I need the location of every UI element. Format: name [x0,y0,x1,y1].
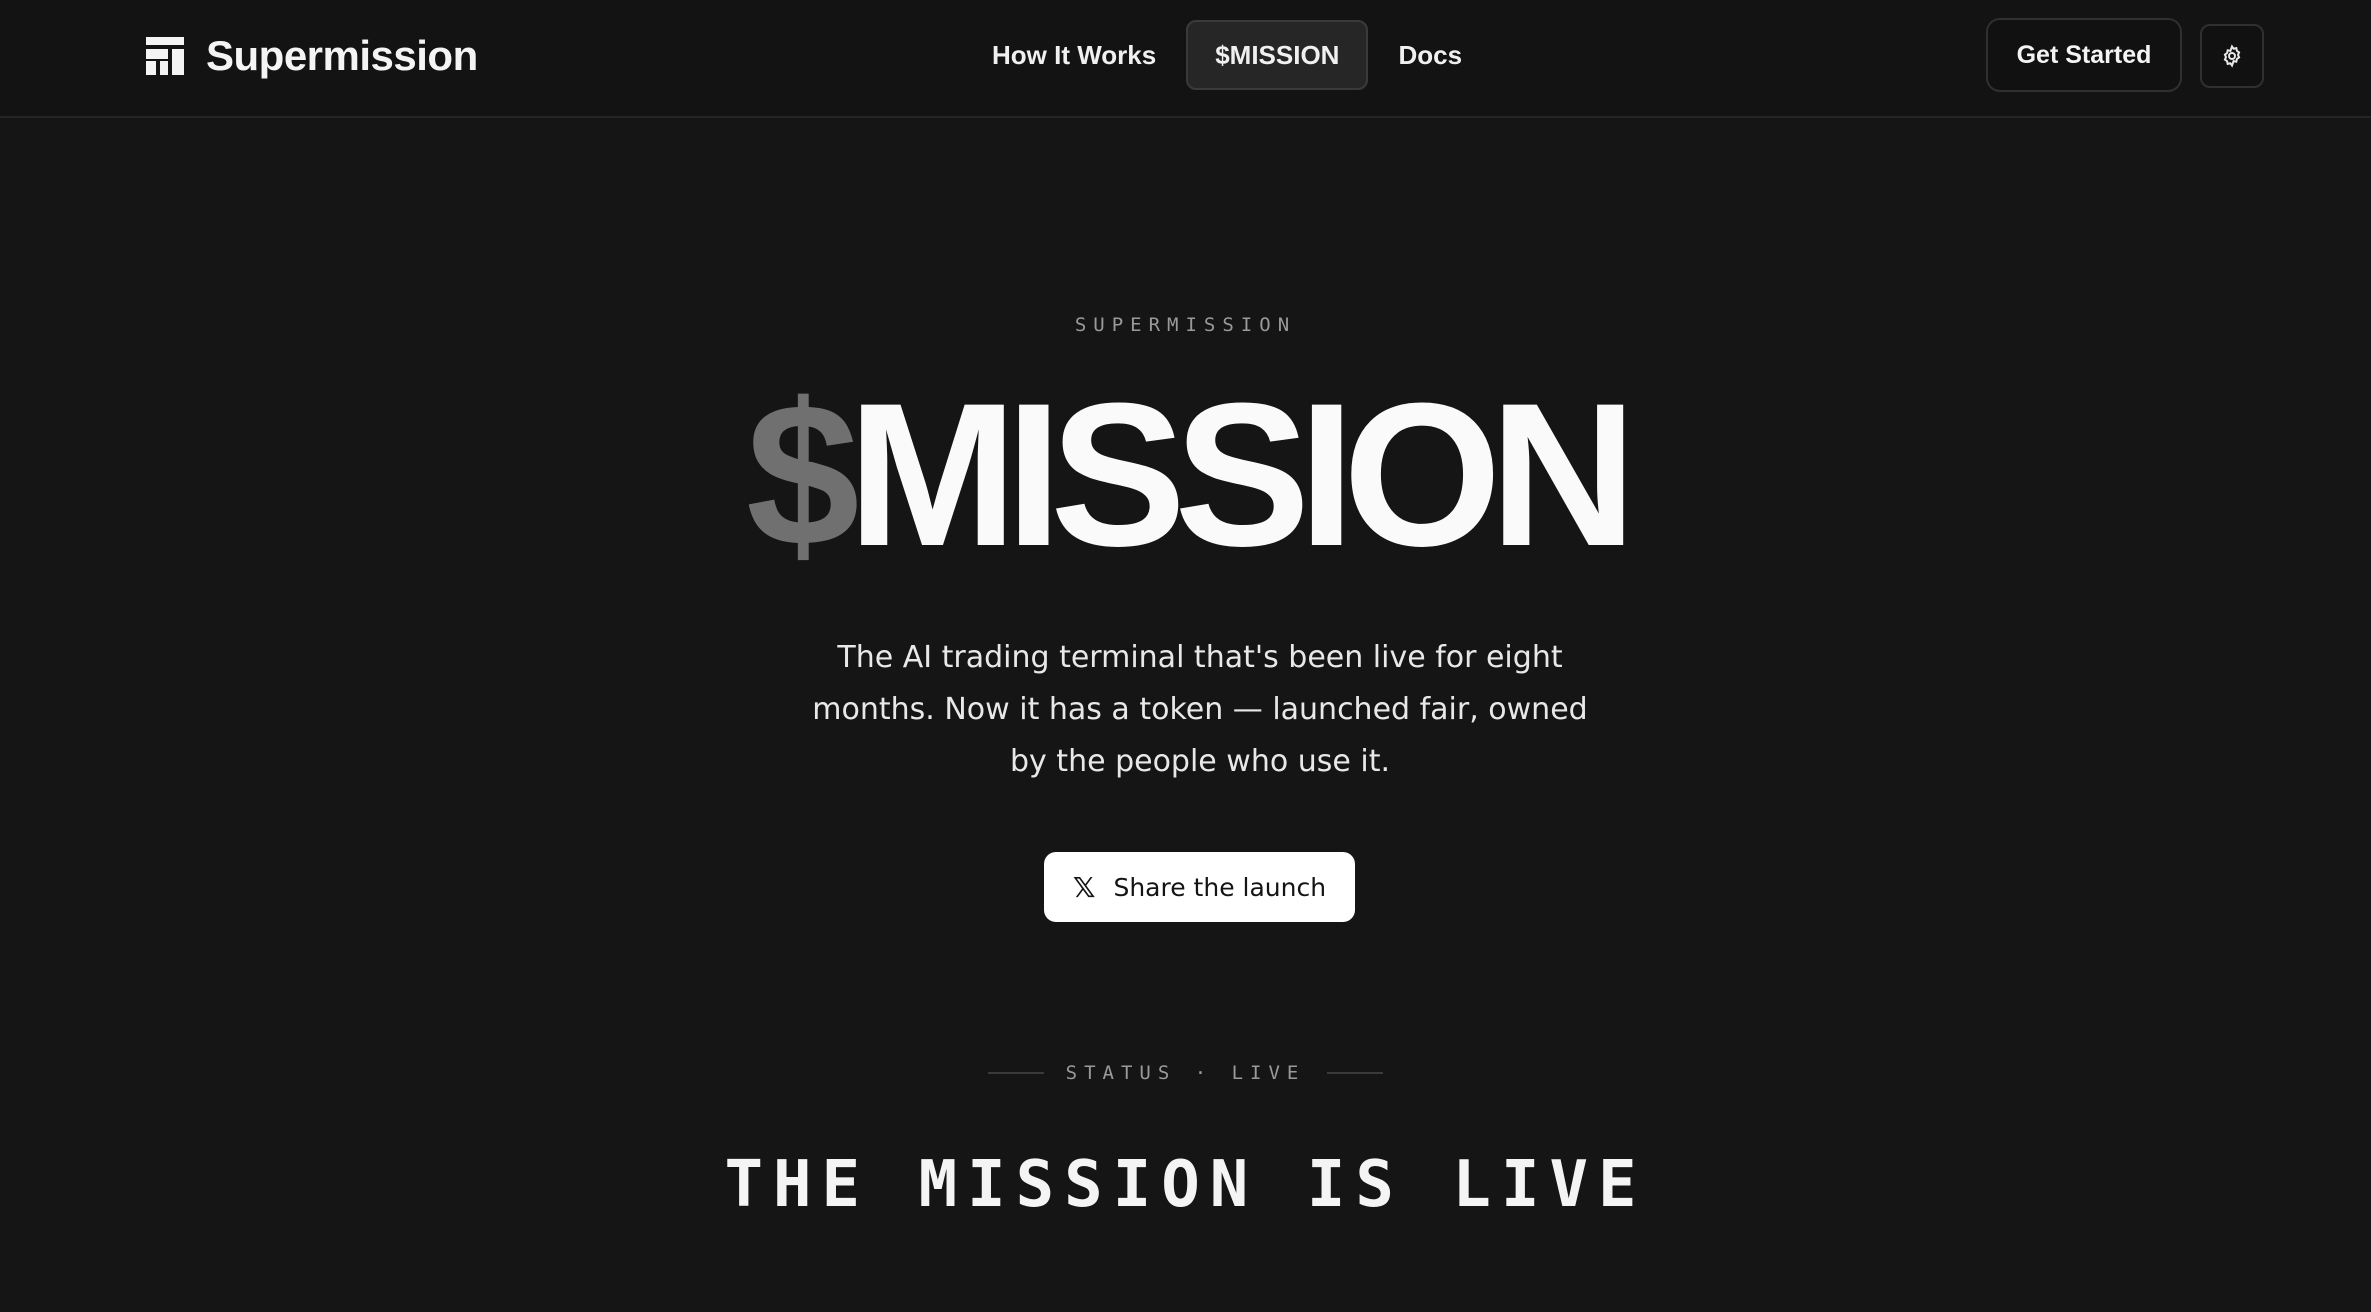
status-divider-left [987,1072,1044,1074]
settings-button[interactable] [2200,24,2264,88]
hero-eyebrow: SUPERMISSION [1074,314,1297,336]
hero-title-dollar: $ [746,361,860,589]
main-nav: How It Works $MISSION Docs [966,19,1488,91]
share-label: Share the launch [1113,872,1327,902]
nav-mission[interactable]: $MISSION [1186,20,1369,90]
x-logo-icon: 𝕏 [1072,870,1096,904]
brand-name: Supermission [206,32,478,79]
share-launch-button[interactable]: 𝕏 Share the launch [1044,852,1355,922]
nav-how-it-works[interactable]: How It Works [970,20,1178,90]
hero-description: The AI trading terminal that's been live… [812,640,1588,779]
status-divider-right [1327,1072,1384,1074]
status-label: STATUS · LIVE [1065,1062,1306,1084]
brand-logo-icon [146,37,184,75]
hero-title: $MISSION [0,355,2371,595]
top-navbar: Supermission How It Works $MISSION Docs … [0,0,2371,118]
nav-docs[interactable]: Docs [1376,20,1484,90]
status-row: STATUS · LIVE [0,1062,2371,1084]
brand-link[interactable]: Supermission [146,30,478,82]
section-heading: THE MISSION IS LIVE [724,1148,1647,1222]
hero-title-word: MISSION [847,361,1637,589]
gear-icon [2223,44,2241,68]
get-started-button[interactable]: Get Started [1986,18,2182,92]
